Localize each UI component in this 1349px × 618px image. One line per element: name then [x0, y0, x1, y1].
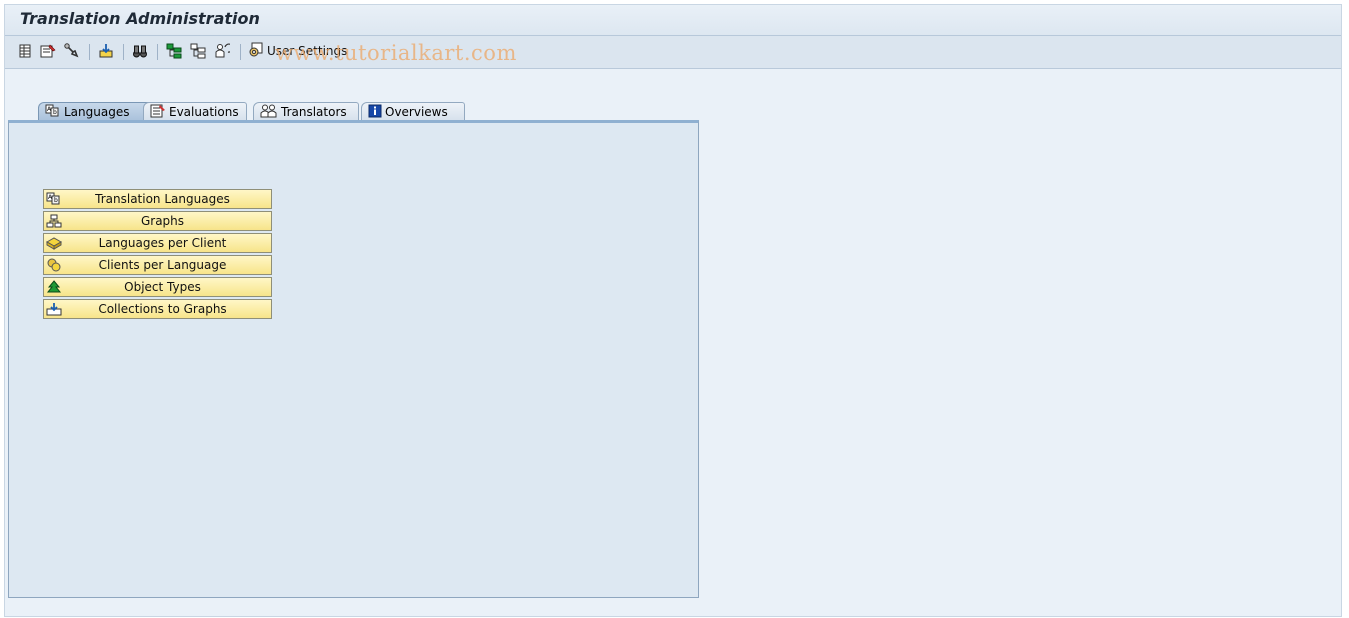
tab-label: Overviews [385, 105, 448, 119]
binoculars-icon[interactable] [131, 42, 149, 60]
object-types-button[interactable]: Object Types [43, 277, 272, 297]
tab-evaluations[interactable]: Evaluations [143, 102, 247, 121]
translators-icon [260, 104, 278, 121]
coins-icon [45, 257, 62, 273]
languages-icon: Ab [45, 191, 62, 207]
settings-icon [248, 42, 264, 61]
tab-label: Languages [64, 105, 130, 119]
people-refresh-icon[interactable] [213, 42, 231, 60]
hierarchy-icon [45, 213, 62, 229]
title-bar: Translation Administration [5, 5, 1341, 36]
translation-languages-button[interactable]: Ab Translation Languages [43, 189, 272, 209]
svg-text:b: b [54, 197, 58, 204]
tools-list-icon[interactable] [39, 42, 57, 60]
info-icon [368, 104, 382, 121]
tree-collapse-icon[interactable] [189, 42, 207, 60]
languages-per-client-button[interactable]: Languages per Client [43, 233, 272, 253]
user-settings-label: User Settings [267, 44, 348, 58]
table-icon[interactable] [16, 42, 34, 60]
collections-to-graphs-button[interactable]: Collections to Graphs [43, 299, 272, 319]
tab-content-panel: Ab Translation Languages Graphs Language… [8, 120, 699, 598]
application-toolbar: User Settings www.tutorialkart.com [5, 36, 1341, 69]
tab-label: Evaluations [169, 105, 239, 119]
languages-icon: Ab [45, 104, 61, 121]
page-title: Translation Administration [20, 9, 260, 28]
tab-translators[interactable]: Translators [253, 102, 359, 121]
import-icon[interactable] [97, 42, 115, 60]
clients-per-language-button[interactable]: Clients per Language [43, 255, 272, 275]
wrench-icon[interactable] [63, 42, 81, 60]
evaluations-icon [150, 104, 166, 121]
tab-label: Translators [281, 105, 347, 119]
tree-expand-icon[interactable] [165, 42, 183, 60]
tab-languages[interactable]: Ab Languages [38, 102, 152, 121]
svg-text:b: b [53, 109, 57, 116]
collection-icon [45, 301, 62, 317]
user-settings-button[interactable]: User Settings [248, 42, 347, 60]
graphs-button[interactable]: Graphs [43, 211, 272, 231]
tab-overviews[interactable]: Overviews [361, 102, 465, 121]
yellow-box-icon [45, 235, 62, 251]
green-tree-icon [45, 279, 62, 295]
app-window: Translation Administration User Settings… [4, 4, 1342, 617]
